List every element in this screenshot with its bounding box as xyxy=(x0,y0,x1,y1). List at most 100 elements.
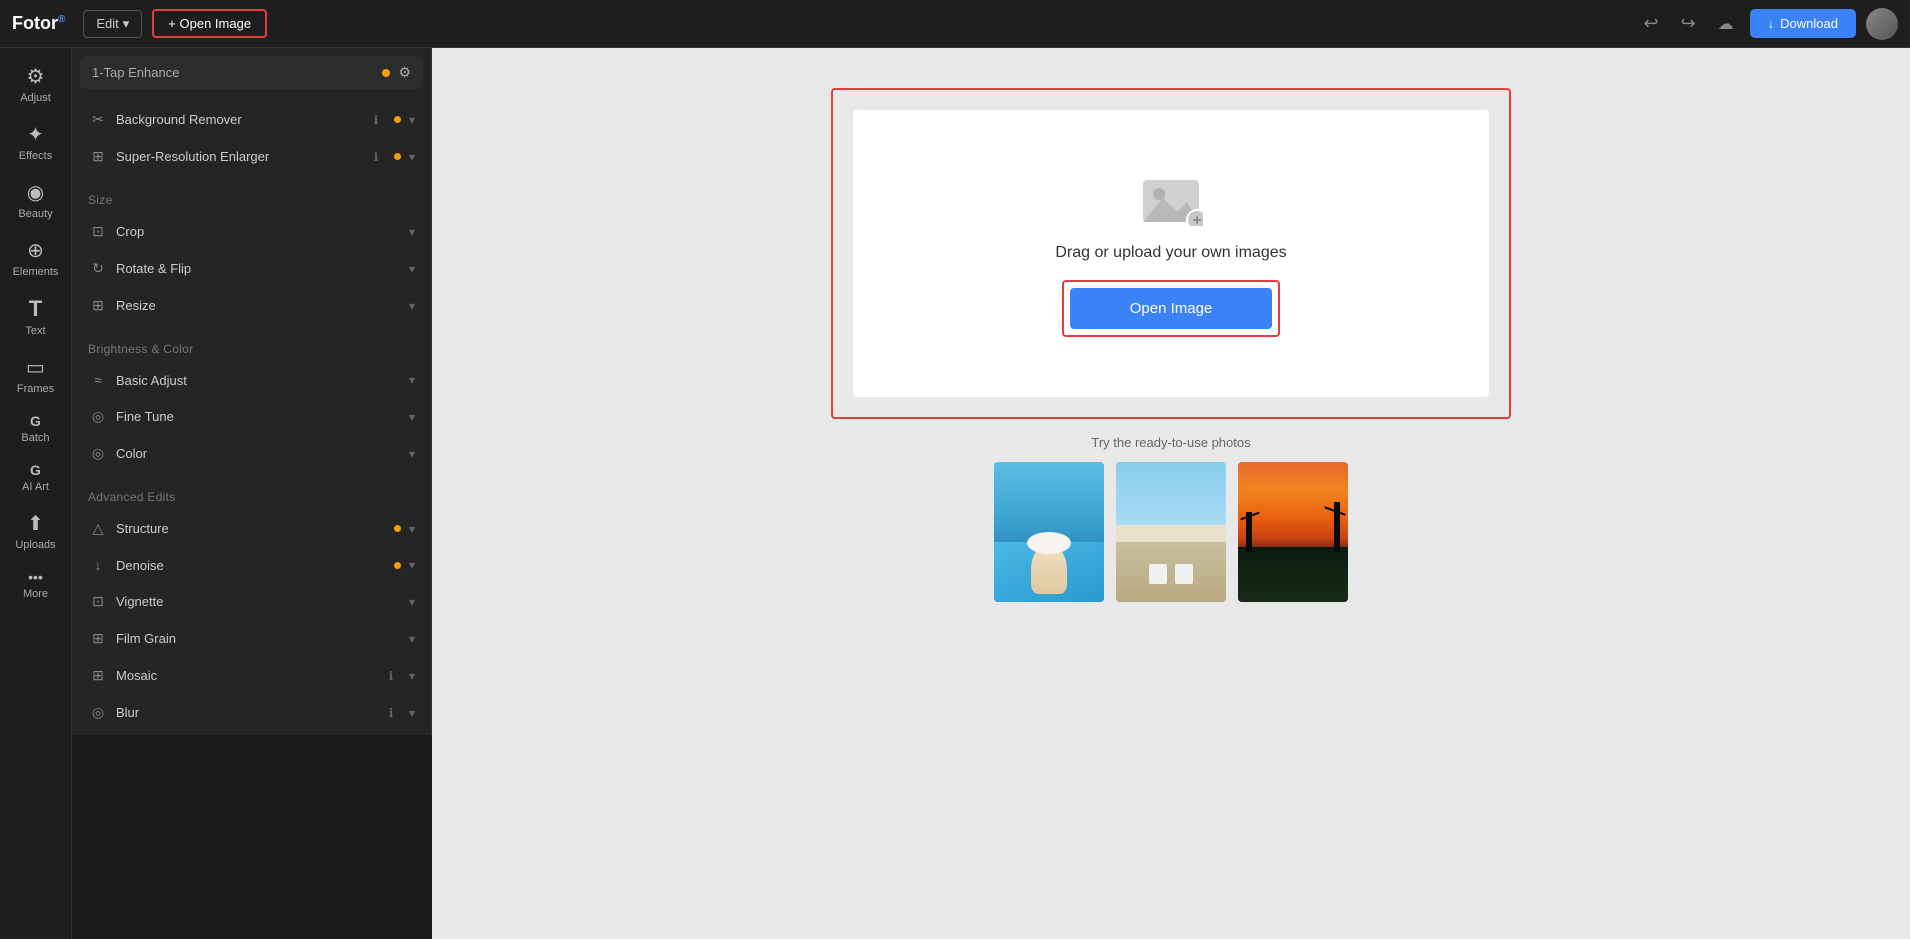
panel-item-mosaic[interactable]: ⊞ Mosaic ℹ ▾ xyxy=(72,657,431,694)
download-icon: ↓ xyxy=(1768,16,1775,31)
panel-item-background-remover[interactable]: ✂ Background Remover ℹ ▾ xyxy=(72,101,431,138)
color-icon: ◎ xyxy=(88,445,108,462)
sidebar-item-label-elements: Elements xyxy=(13,266,59,278)
panel-item-denoise[interactable]: ↓ Denoise ▾ xyxy=(72,547,431,583)
vignette-icon: ⊡ xyxy=(88,593,108,610)
sidebar-item-elements[interactable]: ⊕ Elements xyxy=(4,230,68,286)
uploads-icon: ⬆ xyxy=(27,511,44,536)
effects-icon: ✦ xyxy=(27,122,44,147)
mosaic-label: Mosaic xyxy=(116,668,373,683)
blur-info-icon: ℹ xyxy=(381,706,401,720)
edit-button[interactable]: Edit ▾ xyxy=(83,10,142,38)
sample-photo-beach[interactable] xyxy=(1116,462,1226,602)
ready-photos-text: Try the ready-to-use photos xyxy=(1091,435,1250,450)
mosaic-info-icon: ℹ xyxy=(381,669,401,683)
panel-item-structure[interactable]: △ Structure ▾ xyxy=(72,510,431,547)
panel-item-color[interactable]: ◎ Color ▾ xyxy=(72,435,431,472)
film-grain-icon: ⊞ xyxy=(88,630,108,647)
blur-label: Blur xyxy=(116,705,373,720)
panel-item-film-grain[interactable]: ⊞ Film Grain ▾ xyxy=(72,620,431,657)
resize-icon: ⊞ xyxy=(88,297,108,314)
rotate-flip-label: Rotate & Flip xyxy=(116,261,401,276)
sidebar-item-beauty[interactable]: ◉ Beauty xyxy=(4,172,68,228)
sidebar-item-ai-art[interactable]: G AI Art xyxy=(4,454,68,501)
cloud-button[interactable]: ☁ xyxy=(1712,10,1740,38)
adjust-icon: ⚙ xyxy=(27,64,45,89)
sidebar-item-label-batch: Batch xyxy=(21,432,49,444)
enhance-bar[interactable]: 1-Tap Enhance ⚙ xyxy=(80,56,423,89)
panel-item-fine-tune[interactable]: ◎ Fine Tune ▾ xyxy=(72,398,431,435)
film-grain-chevron-icon: ▾ xyxy=(409,632,415,646)
sidebar-item-label-ai-art: AI Art xyxy=(22,481,49,493)
sample-photo-pool[interactable] xyxy=(994,462,1104,602)
panel-item-resize[interactable]: ⊞ Resize ▾ xyxy=(72,287,431,324)
vignette-label: Vignette xyxy=(116,594,401,609)
panel-item-vignette[interactable]: ⊡ Vignette ▾ xyxy=(72,583,431,620)
structure-dot xyxy=(394,525,401,532)
sidebar-item-uploads[interactable]: ⬆ Uploads xyxy=(4,503,68,559)
basic-adjust-label: Basic Adjust xyxy=(116,373,401,388)
svg-text:+: + xyxy=(1192,212,1201,226)
sidebar-item-frames[interactable]: ▭ Frames xyxy=(4,347,68,403)
panel-item-blur[interactable]: ◎ Blur ℹ ▾ xyxy=(72,694,431,731)
avatar[interactable] xyxy=(1866,8,1898,40)
text-icon: T xyxy=(29,296,42,322)
background-remover-dot xyxy=(394,116,401,123)
canvas-area: + Drag or upload your own images Open Im… xyxy=(432,48,1910,939)
sample-photos xyxy=(994,462,1348,602)
denoise-icon: ↓ xyxy=(88,557,108,573)
panel-section-ai-tools: ✂ Background Remover ℹ ▾ ⊞ Super-Resolut… xyxy=(72,97,431,179)
rotate-flip-chevron-icon: ▾ xyxy=(409,262,415,276)
denoise-chevron-icon: ▾ xyxy=(409,558,415,572)
open-image-main-button[interactable]: Open Image xyxy=(1070,288,1273,329)
beauty-icon: ◉ xyxy=(27,180,44,205)
super-resolution-dot xyxy=(394,153,401,160)
sample-photo-sunset[interactable] xyxy=(1238,462,1348,602)
enhance-dot xyxy=(382,69,390,77)
sidebar-item-adjust[interactable]: ⚙ Adjust xyxy=(4,56,68,112)
fine-tune-chevron-icon: ▾ xyxy=(409,410,415,424)
avatar-image xyxy=(1866,8,1898,40)
basic-adjust-icon: ≈ xyxy=(88,372,108,388)
sidebar-item-batch[interactable]: G Batch xyxy=(4,405,68,452)
denoise-label: Denoise xyxy=(116,558,386,573)
redo-button[interactable]: ↪ xyxy=(1675,9,1702,38)
background-remover-chevron-icon: ▾ xyxy=(409,113,415,127)
sidebar-item-text[interactable]: T Text xyxy=(4,288,68,345)
sidebar-item-label-adjust: Adjust xyxy=(20,92,51,104)
brightness-section-title: Brightness & Color xyxy=(72,332,431,362)
open-image-main-label: Open Image xyxy=(1130,300,1213,317)
super-resolution-chevron-icon: ▾ xyxy=(409,150,415,164)
resize-label: Resize xyxy=(116,298,401,313)
crop-icon: ⊡ xyxy=(88,223,108,240)
super-resolution-icon: ⊞ xyxy=(88,148,108,165)
sidebar-item-label-more: More xyxy=(23,588,48,600)
open-image-inner-wrap: Open Image xyxy=(1062,280,1281,337)
sidebar-item-effects[interactable]: ✦ Effects xyxy=(4,114,68,170)
panel-item-rotate-flip[interactable]: ↻ Rotate & Flip ▾ xyxy=(72,250,431,287)
fine-tune-icon: ◎ xyxy=(88,408,108,425)
open-image-topbar-label: + Open Image xyxy=(168,16,251,31)
open-image-topbar-button[interactable]: + Open Image xyxy=(152,9,267,38)
ai-art-icon: G xyxy=(30,462,41,478)
panel-item-crop[interactable]: ⊡ Crop ▾ xyxy=(72,213,431,250)
download-button[interactable]: ↓ Download xyxy=(1750,9,1856,38)
film-grain-label: Film Grain xyxy=(116,631,401,646)
sidebar-item-more[interactable]: ••• More xyxy=(4,561,68,608)
sidebar-item-label-text: Text xyxy=(25,325,45,337)
blur-icon: ◎ xyxy=(88,704,108,721)
mosaic-chevron-icon: ▾ xyxy=(409,669,415,683)
download-label: Download xyxy=(1780,16,1838,31)
upload-box: + Drag or upload your own images Open Im… xyxy=(853,110,1489,397)
main-area: ⚙ Adjust ✦ Effects ◉ Beauty ⊕ Elements T… xyxy=(0,48,1910,939)
color-chevron-icon: ▾ xyxy=(409,447,415,461)
panel-item-super-resolution[interactable]: ⊞ Super-Resolution Enlarger ℹ ▾ xyxy=(72,138,431,175)
sidebar-item-label-frames: Frames xyxy=(17,383,54,395)
rotate-flip-icon: ↻ xyxy=(88,260,108,277)
side-panel-wrapper: 1-Tap Enhance ⚙ ✂ Background Remover ℹ ▾… xyxy=(72,48,432,939)
undo-button[interactable]: ↩ xyxy=(1637,9,1664,38)
background-remover-label: Background Remover xyxy=(116,112,358,127)
logo: Fotor® xyxy=(12,13,65,34)
denoise-dot xyxy=(394,562,401,569)
panel-item-basic-adjust[interactable]: ≈ Basic Adjust ▾ xyxy=(72,362,431,398)
